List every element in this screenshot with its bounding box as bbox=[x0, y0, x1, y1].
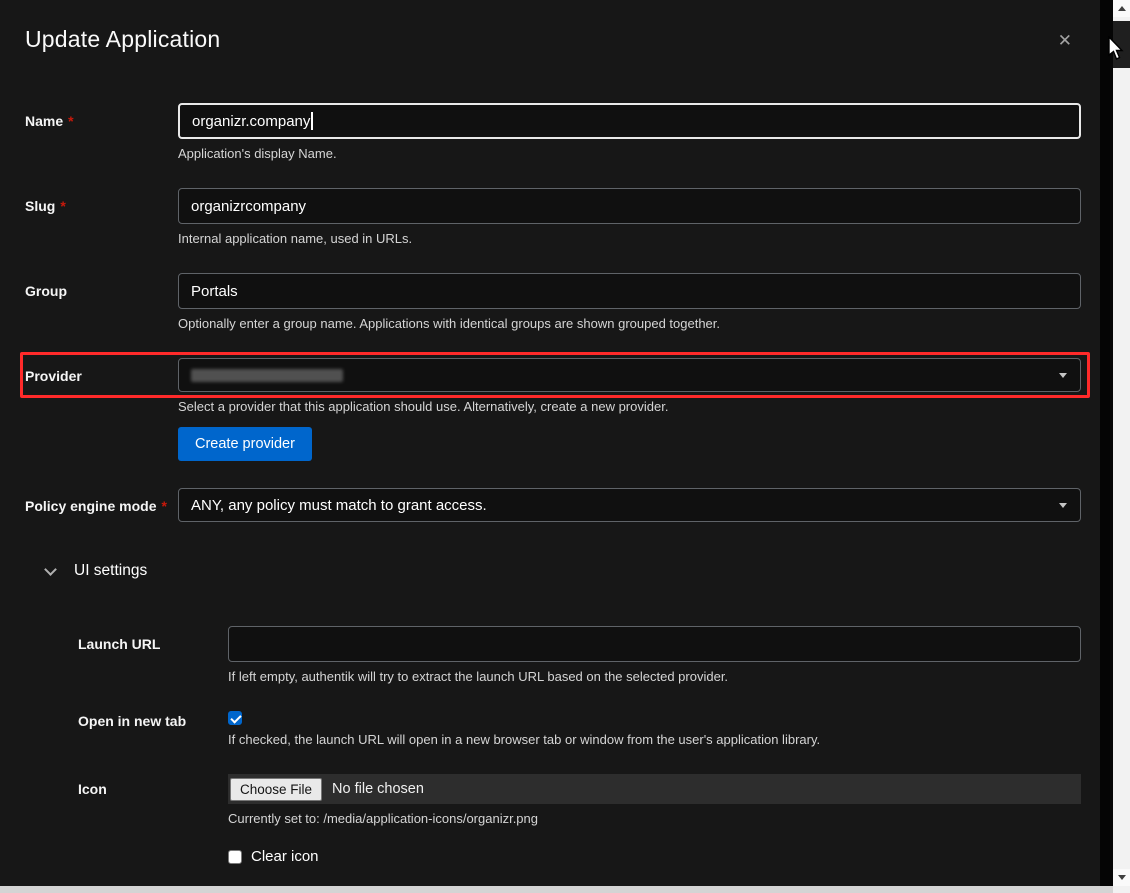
field-row-policy-engine-mode: Policy engine mode* ANY, any policy must… bbox=[0, 488, 1100, 522]
field-row-launch-url: Launch URL If left empty, authentik will… bbox=[0, 626, 1100, 684]
update-application-modal: Update Application ✕ Name* organizr.comp… bbox=[0, 0, 1100, 893]
field-row-provider: Provider Select a provider that this app… bbox=[0, 358, 1100, 461]
slug-help-text: Internal application name, used in URLs. bbox=[178, 231, 1081, 246]
name-input[interactable]: organizr.company bbox=[178, 103, 1081, 139]
field-row-slug: Slug* organizrcompany Internal applicati… bbox=[0, 188, 1100, 246]
file-status-text: No file chosen bbox=[332, 781, 424, 797]
icon-help-text: Currently set to: /media/application-ico… bbox=[228, 811, 1081, 826]
required-asterisk: * bbox=[68, 113, 73, 129]
choose-file-button[interactable]: Choose File bbox=[230, 778, 322, 801]
group-label: Group bbox=[25, 283, 67, 299]
name-label: Name* bbox=[25, 113, 74, 129]
icon-label: Icon bbox=[78, 781, 107, 797]
group-help-text: Optionally enter a group name. Applicati… bbox=[178, 316, 1081, 331]
clear-icon-checkbox[interactable] bbox=[228, 850, 242, 864]
launch-url-input[interactable] bbox=[228, 626, 1081, 662]
policy-engine-mode-label: Policy engine mode* bbox=[25, 498, 167, 514]
triangle-up-icon bbox=[1118, 6, 1126, 11]
provider-value-redacted bbox=[191, 369, 343, 382]
launch-url-help-text: If left empty, authentik will try to ext… bbox=[228, 669, 1081, 684]
slug-label: Slug* bbox=[25, 198, 66, 214]
required-asterisk: * bbox=[60, 198, 65, 214]
page-scrollbar[interactable] bbox=[1113, 0, 1130, 893]
name-help-text: Application's display Name. bbox=[178, 146, 1081, 161]
slug-input-value: organizrcompany bbox=[191, 198, 306, 215]
field-row-open-in-new-tab: Open in new tab If checked, the launch U… bbox=[0, 711, 1100, 747]
chevron-down-icon bbox=[1059, 373, 1067, 378]
window-bottom-edge bbox=[0, 886, 1130, 893]
name-input-value: organizr.company bbox=[192, 113, 310, 130]
group-input-value: Portals bbox=[191, 283, 238, 300]
chevron-down-icon bbox=[44, 563, 57, 576]
open-in-new-tab-label: Open in new tab bbox=[78, 713, 186, 729]
clear-icon-label: Clear icon bbox=[251, 848, 319, 865]
icon-file-input[interactable]: Choose File No file chosen bbox=[228, 774, 1081, 804]
launch-url-label: Launch URL bbox=[78, 636, 160, 652]
field-row-icon: Icon Choose File No file chosen Currentl… bbox=[0, 774, 1100, 865]
provider-select[interactable] bbox=[178, 358, 1081, 392]
text-cursor bbox=[311, 112, 313, 130]
modal-right-gap bbox=[1100, 0, 1113, 893]
field-row-group: Group Portals Optionally enter a group n… bbox=[0, 273, 1100, 331]
page-title: Update Application bbox=[25, 26, 1100, 53]
slug-input[interactable]: organizrcompany bbox=[178, 188, 1081, 224]
scrollbar-down-arrow[interactable] bbox=[1113, 869, 1130, 886]
group-input[interactable]: Portals bbox=[178, 273, 1081, 309]
field-row-name: Name* organizr.company Application's dis… bbox=[0, 103, 1100, 161]
ui-settings-section-toggle[interactable]: UI settings bbox=[0, 562, 1100, 580]
create-provider-button[interactable]: Create provider bbox=[178, 427, 312, 461]
clear-icon-row: Clear icon bbox=[228, 848, 1081, 865]
triangle-down-icon bbox=[1118, 875, 1126, 880]
required-asterisk: * bbox=[161, 498, 166, 514]
chevron-down-icon bbox=[1059, 503, 1067, 508]
close-icon[interactable]: ✕ bbox=[1056, 30, 1074, 51]
provider-label: Provider bbox=[25, 368, 82, 384]
policy-engine-mode-value: ANY, any policy must match to grant acce… bbox=[191, 497, 487, 514]
policy-engine-mode-select[interactable]: ANY, any policy must match to grant acce… bbox=[178, 488, 1081, 522]
scrollbar-up-arrow[interactable] bbox=[1113, 0, 1130, 17]
provider-help-text: Select a provider that this application … bbox=[178, 399, 1081, 414]
open-in-new-tab-help-text: If checked, the launch URL will open in … bbox=[228, 732, 1081, 747]
section-label: UI settings bbox=[74, 562, 147, 580]
open-in-new-tab-checkbox[interactable] bbox=[228, 711, 242, 725]
application-form: Name* organizr.company Application's dis… bbox=[0, 103, 1100, 865]
scrollbar-thumb[interactable] bbox=[1113, 21, 1130, 68]
